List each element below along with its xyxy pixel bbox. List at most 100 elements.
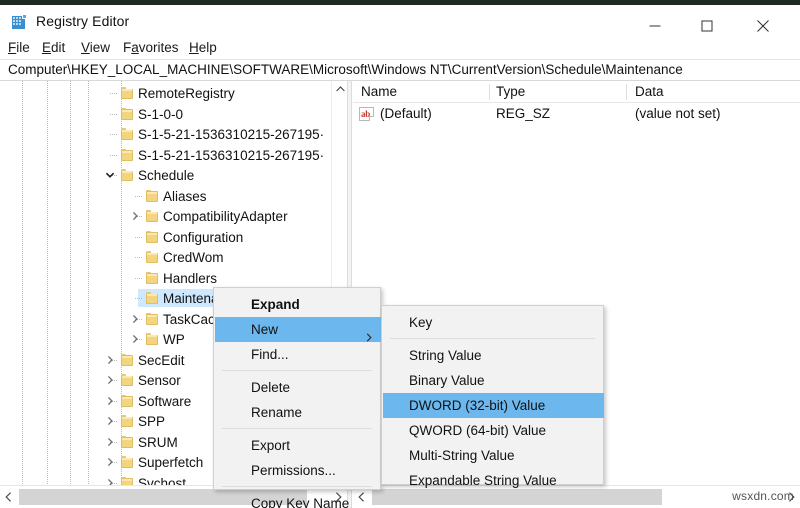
chevron-right-icon[interactable] (105, 437, 115, 447)
menu-item-label: Export (251, 433, 290, 458)
watermark: wsxdn.com (732, 489, 794, 503)
title-bar: Registry Editor (0, 5, 800, 36)
menu-item[interactable]: Copy Key Name (215, 491, 381, 508)
scroll-left-arrow[interactable] (0, 486, 17, 508)
folder-icon (121, 169, 133, 181)
chevron-right-icon[interactable] (130, 334, 140, 344)
menu-separator (222, 370, 372, 371)
menu-item-label: Multi-String Value (409, 443, 515, 468)
tree-item[interactable]: S-1-5-21-1536310215-267195· (0, 125, 347, 146)
folder-icon (121, 415, 133, 427)
registry-editor-icon (12, 14, 27, 29)
tree-item-label: Svchost (138, 475, 186, 486)
menu-item-label: New (251, 317, 278, 342)
tree-item-label: CompatibilityAdapter (163, 208, 288, 226)
tree-connector (135, 257, 143, 258)
menu-item[interactable]: Rename (215, 400, 381, 425)
folder-icon (121, 149, 133, 161)
folder-icon (146, 313, 158, 325)
reg-sz-icon: ab (359, 107, 374, 121)
menu-item[interactable]: String Value (383, 343, 604, 368)
tree-item[interactable]: CredWom (0, 248, 347, 269)
folder-icon (146, 333, 158, 345)
scroll-up-arrow[interactable] (332, 81, 347, 97)
menu-item[interactable]: Export (215, 433, 381, 458)
menu-item[interactable]: New (215, 317, 381, 342)
folder-icon (121, 456, 133, 468)
tree-connector (110, 93, 118, 94)
chevron-right-icon[interactable] (130, 314, 140, 324)
tree-item[interactable]: S-1-5-21-1536310215-267195· (0, 146, 347, 167)
menu-item-label: Expand (251, 292, 300, 317)
folder-icon (146, 231, 158, 243)
tree-item-label: RemoteRegistry (138, 85, 235, 103)
tree-item[interactable]: CompatibilityAdapter (0, 207, 347, 228)
chevron-right-icon[interactable] (105, 355, 115, 365)
menu-item-label: String Value (409, 343, 482, 368)
registry-path: Computer\HKEY_LOCAL_MACHINE\SOFTWARE\Mic… (8, 62, 683, 77)
tree-item-label: Aliases (163, 188, 207, 206)
column-header-type[interactable]: Type (496, 84, 525, 99)
tree-item-label: Handlers (163, 270, 217, 288)
cell-data: (value not set) (635, 106, 721, 121)
menu-item[interactable]: Key (383, 310, 604, 335)
menu-item-label: Permissions... (251, 458, 336, 483)
menu-file[interactable]: File (8, 38, 30, 57)
menu-item[interactable]: Expandable String Value (383, 468, 604, 493)
chevron-right-icon[interactable] (105, 396, 115, 406)
menu-item[interactable]: Expand (215, 292, 381, 317)
value-list-header: Name Type Data (353, 81, 800, 103)
tree-item-label: S-1-5-21-1536310215-267195· (138, 126, 324, 144)
menu-favorites[interactable]: Favorites (123, 38, 179, 57)
chevron-right-icon[interactable] (130, 211, 140, 221)
menu-item-label: DWORD (32-bit) Value (409, 393, 545, 418)
tree-connector (110, 114, 118, 115)
chevron-down-icon[interactable] (105, 170, 115, 180)
menu-help[interactable]: Help (189, 38, 217, 57)
table-row[interactable]: ab(Default)REG_SZ(value not set) (353, 104, 800, 125)
menu-item-label: Expandable String Value (409, 468, 557, 493)
menu-item-label: QWORD (64-bit) Value (409, 418, 546, 443)
tree-item[interactable]: Schedule (0, 166, 347, 187)
folder-icon (121, 395, 133, 407)
tree-item-label: SecEdit (138, 352, 185, 370)
chevron-right-icon[interactable] (105, 375, 115, 385)
tree-item[interactable]: Configuration (0, 228, 347, 249)
folder-icon (121, 108, 133, 120)
menu-item-label: Delete (251, 375, 290, 400)
tree-item-label: Sensor (138, 372, 181, 390)
column-header-data[interactable]: Data (635, 84, 664, 99)
tree-item-label: CredWom (163, 249, 224, 267)
registry-editor-window: Registry Editor File Edit View Favorites… (0, 0, 800, 508)
chevron-right-icon[interactable] (105, 457, 115, 467)
menu-item[interactable]: Find... (215, 342, 381, 367)
tree-item-label: Configuration (163, 229, 243, 247)
folder-icon (146, 292, 158, 304)
menu-view[interactable]: View (81, 38, 110, 57)
folder-icon (146, 272, 158, 284)
menu-item[interactable]: Binary Value (383, 368, 604, 393)
menu-edit[interactable]: Edit (42, 38, 65, 57)
tree-item[interactable]: RemoteRegistry (0, 84, 347, 105)
tree-item[interactable]: Aliases (0, 187, 347, 208)
menu-item[interactable]: DWORD (32-bit) Value (383, 393, 604, 418)
menu-item[interactable]: Permissions... (215, 458, 381, 483)
cell-name: (Default) (380, 106, 432, 121)
tree-item-label: SRUM (138, 434, 178, 452)
folder-icon (121, 436, 133, 448)
menu-item[interactable]: QWORD (64-bit) Value (383, 418, 604, 443)
tree-item[interactable]: S-1-0-0 (0, 105, 347, 126)
column-header-name[interactable]: Name (361, 84, 397, 99)
menu-item[interactable]: Multi-String Value (383, 443, 604, 468)
address-bar[interactable]: Computer\HKEY_LOCAL_MACHINE\SOFTWARE\Mic… (0, 59, 800, 81)
folder-icon (146, 210, 158, 222)
menu-item[interactable]: Delete (215, 375, 381, 400)
tree-item-label: SPP (138, 413, 165, 431)
tree-connector (110, 134, 118, 135)
chevron-right-icon[interactable] (105, 478, 115, 486)
chevron-right-icon[interactable] (105, 416, 115, 426)
tree-connector (135, 298, 143, 299)
tree-item-label: Superfetch (138, 454, 203, 472)
tree-item[interactable]: Handlers (0, 269, 347, 290)
menu-bar: File Edit View Favorites Help (0, 36, 800, 59)
